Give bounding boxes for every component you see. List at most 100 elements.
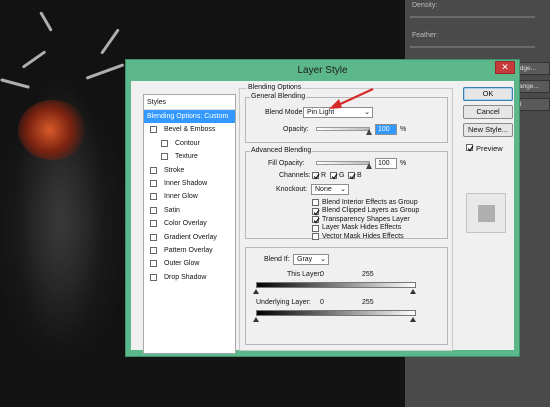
density-slider[interactable]: [410, 16, 535, 18]
check-icon: [331, 173, 338, 180]
channel-r-label: R: [321, 172, 327, 179]
underlying-layer-white-slider[interactable]: [410, 317, 416, 322]
knockout-select[interactable]: None ⌄: [311, 184, 349, 195]
opacity-label: Opacity:: [283, 126, 309, 133]
this-layer-white-slider[interactable]: [410, 289, 416, 294]
advanced-blending-title: Advanced Blending: [250, 147, 313, 154]
underlying-layer-gradient: [256, 310, 416, 316]
style-item-label: Texture: [175, 153, 198, 161]
style-item-label: Blending Options: Custom: [147, 113, 229, 120]
advanced-option-checkbox[interactable]: [312, 224, 319, 232]
chevron-down-icon: ⌄: [340, 186, 346, 193]
check-icon: [467, 145, 474, 152]
channel-r-checkbox[interactable]: [312, 172, 320, 180]
preview-checkbox[interactable]: [466, 144, 474, 152]
style-checkbox[interactable]: [150, 220, 157, 228]
advanced-blending-group: Advanced Blending Fill Opacity: 100 % Ch…: [245, 147, 448, 240]
ok-button[interactable]: OK: [463, 87, 513, 101]
advanced-option-label: Blend Clipped Layers as Group: [322, 207, 420, 214]
style-item-outer-glow[interactable]: Outer Glow: [144, 257, 235, 270]
preview-swatch: [466, 193, 506, 233]
advanced-option-label: Layer Mask Hides Effects: [322, 224, 402, 231]
opacity-slider-thumb[interactable]: [366, 129, 372, 135]
style-item-inner-shadow[interactable]: Inner Shadow: [144, 177, 235, 190]
fill-opacity-slider[interactable]: [316, 161, 370, 165]
opacity-input[interactable]: 100: [375, 124, 397, 135]
feather-slider[interactable]: [410, 46, 535, 48]
fill-opacity-input[interactable]: 100: [375, 158, 397, 169]
style-item-color-overlay[interactable]: Color Overlay: [144, 217, 235, 230]
style-checkbox[interactable]: [161, 153, 168, 161]
style-item-label: Stroke: [164, 166, 185, 174]
cancel-button[interactable]: Cancel: [463, 105, 513, 119]
advanced-option-label: Vector Mask Hides Effects: [322, 232, 404, 240]
style-checkbox[interactable]: [150, 126, 157, 134]
channel-b-checkbox[interactable]: [348, 172, 356, 180]
new-style-button[interactable]: New Style...: [463, 123, 513, 137]
style-item-label: Contour: [175, 139, 200, 147]
style-item-satin[interactable]: Satin: [144, 204, 235, 217]
channel-g-label: G: [339, 172, 345, 179]
style-item-label: Satin: [164, 206, 180, 214]
style-checkbox[interactable]: [150, 193, 157, 201]
blend-mode-label: Blend Mode:: [265, 109, 305, 116]
this-layer-max: 255: [362, 271, 374, 278]
style-item-label: Drop Shadow: [164, 273, 207, 281]
feather-label: Feather:: [412, 32, 439, 39]
fill-opacity-unit: %: [400, 160, 407, 167]
blend-if-select[interactable]: Gray ⌄: [293, 254, 329, 265]
style-item-inner-glow[interactable]: Inner Glow: [144, 190, 235, 203]
this-layer-black-slider[interactable]: [253, 289, 259, 294]
blending-options-title: Blending Options: [247, 84, 303, 91]
general-blending-title: General Blending: [250, 93, 307, 100]
underlying-layer-label: Underlying Layer:: [256, 299, 311, 306]
check-icon: [313, 217, 320, 224]
knockout-value: None: [315, 186, 332, 193]
style-item-label: Inner Glow: [164, 193, 198, 201]
styles-header[interactable]: Styles: [144, 95, 235, 110]
advanced-option-checkbox[interactable]: [312, 207, 320, 215]
preview-label: Preview: [476, 144, 503, 153]
style-item-contour[interactable]: Contour: [144, 137, 235, 150]
style-item-drop-shadow[interactable]: Drop Shadow: [144, 271, 235, 284]
advanced-option-checkbox[interactable]: [312, 199, 319, 206]
style-item-label: Outer Glow: [164, 260, 200, 268]
style-item-stroke[interactable]: Stroke: [144, 164, 235, 177]
style-checkbox[interactable]: [161, 139, 168, 147]
dialog-titlebar[interactable]: Layer Style ✕: [126, 60, 519, 80]
layer-style-dialog: Layer Style ✕ Styles Blending Options: C…: [125, 59, 520, 357]
style-checkbox[interactable]: [150, 260, 157, 268]
underlying-layer-black-slider[interactable]: [253, 317, 259, 322]
fill-opacity-slider-thumb[interactable]: [366, 163, 372, 169]
advanced-option-checkbox[interactable]: [312, 216, 320, 224]
advanced-option-checkbox[interactable]: [312, 233, 319, 240]
style-checkbox[interactable]: [150, 179, 157, 187]
opacity-slider[interactable]: [316, 127, 370, 131]
style-checkbox[interactable]: [150, 233, 157, 241]
dialog-body: Styles Blending Options: Custom Bevel & E…: [131, 81, 514, 354]
chevron-down-icon: ⌄: [320, 256, 326, 263]
style-checkbox[interactable]: [150, 166, 157, 174]
channel-g-checkbox[interactable]: [330, 172, 338, 180]
style-item-label: Gradient Overlay: [164, 233, 217, 241]
style-checkbox[interactable]: [150, 246, 157, 254]
underlying-layer-max: 255: [362, 299, 374, 306]
channel-b-label: B: [357, 172, 362, 179]
style-item-pattern-overlay[interactable]: Pattern Overlay: [144, 244, 235, 257]
density-label: Density:: [412, 2, 438, 9]
style-checkbox[interactable]: [150, 273, 157, 281]
style-item-bevel-emboss[interactable]: Bevel & Emboss: [144, 123, 235, 136]
annotation-arrow-icon: [329, 88, 374, 109]
style-checkbox[interactable]: [150, 206, 157, 214]
preview-swatch-inner: [478, 205, 495, 222]
style-item-texture[interactable]: Texture: [144, 150, 235, 163]
blend-if-group: Blend If: Gray ⌄ This Layer: 0 255 Under…: [245, 247, 448, 345]
style-item-blending-options-custom[interactable]: Blending Options: Custom: [144, 110, 235, 124]
opacity-unit: %: [400, 126, 407, 133]
close-button[interactable]: ✕: [495, 61, 515, 74]
style-item-gradient-overlay[interactable]: Gradient Overlay: [144, 231, 235, 244]
fill-opacity-label: Fill Opacity:: [268, 160, 305, 167]
style-item-label: Bevel & Emboss: [164, 126, 216, 134]
underlying-layer-min: 0: [320, 299, 324, 306]
this-layer-label: This Layer:: [287, 271, 322, 278]
